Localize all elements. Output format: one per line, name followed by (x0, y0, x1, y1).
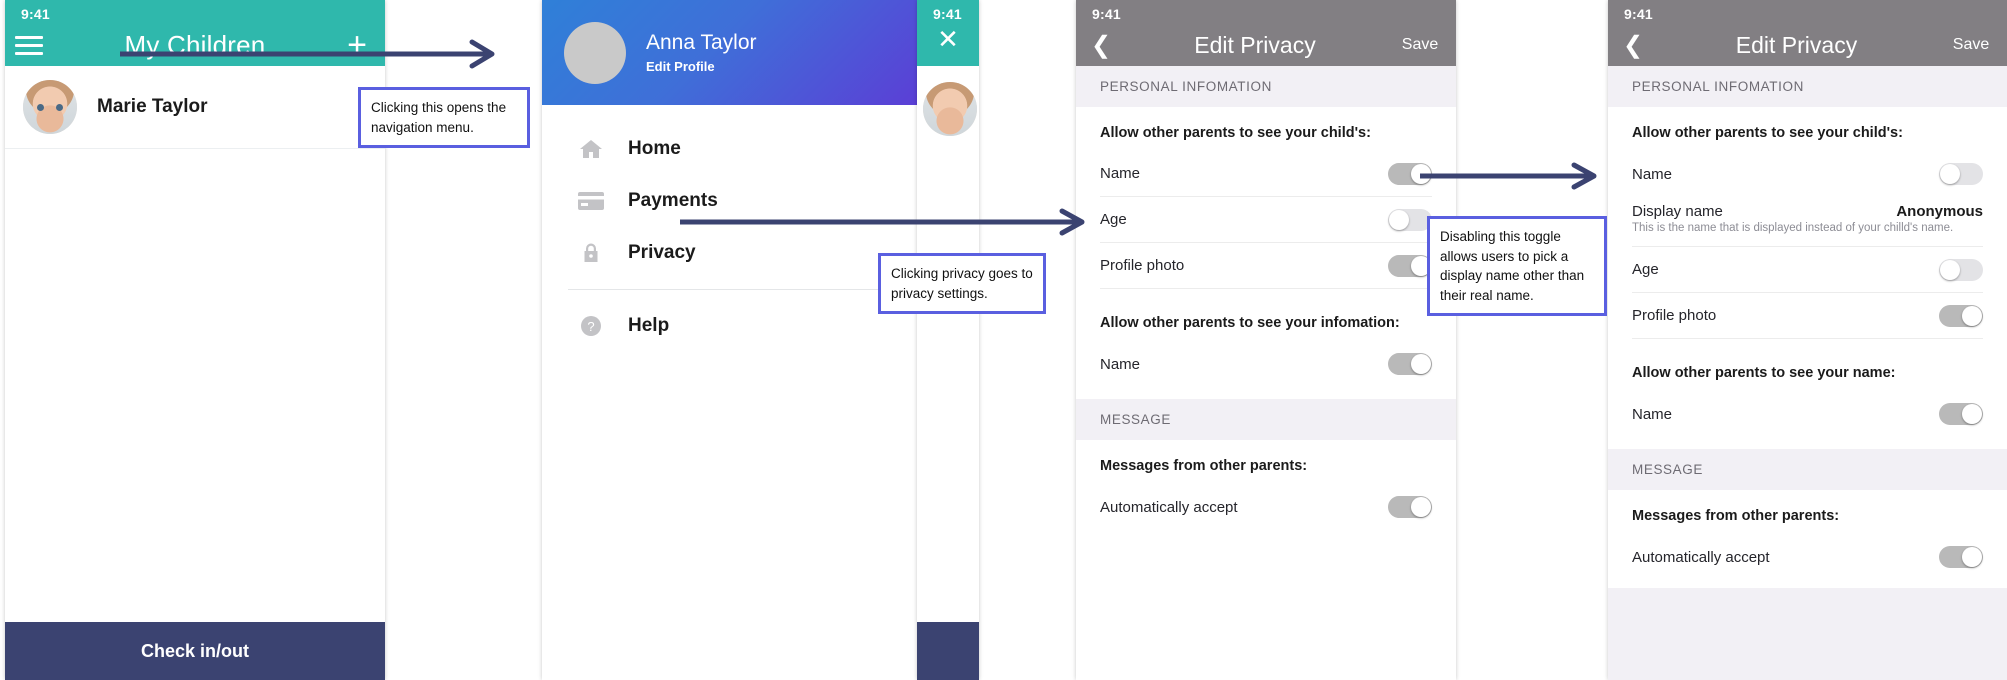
setting-label: Age (1100, 211, 1127, 228)
sidebar-item-label: Privacy (628, 242, 696, 263)
svg-text:?: ? (587, 319, 594, 334)
status-bar-time: 9:41 (21, 6, 50, 22)
toggle-child-name[interactable] (1939, 163, 1983, 185)
app-bar-edit-privacy: 9:41 ❮ Edit Privacy Save (1076, 0, 1456, 66)
group-title: Allow other parents to see your infomati… (1100, 315, 1400, 331)
screen-navigation-drawer: Anna Taylor Edit Profile Home Payments P… (542, 0, 917, 680)
toggle-child-age[interactable] (1388, 208, 1432, 231)
screen-edit-privacy-after: 9:41 ❮ Edit Privacy Save PERSONAL INFOMA… (1608, 0, 2007, 680)
group-title: Messages from other parents: (1632, 508, 1840, 524)
avatar (23, 80, 77, 134)
question-circle-icon: ? (576, 314, 606, 338)
status-bar-time: 9:41 (1624, 6, 1653, 22)
group-title: Allow other parents to see your name: (1632, 365, 1896, 381)
section-message: Messages from other parents: Automatical… (1608, 490, 2007, 580)
home-icon (576, 137, 606, 161)
toggle-parent-name[interactable] (1388, 353, 1432, 375)
group-title: Messages from other parents: (1100, 458, 1308, 474)
app-bar-edit-privacy: 9:41 ❮ Edit Privacy Save (1608, 0, 2007, 66)
save-button[interactable]: Save (1935, 36, 2007, 54)
check-in-out-button-peek[interactable] (917, 622, 979, 680)
display-name-help-text: This is the name that is displayed inste… (1632, 222, 1983, 247)
sidebar-item-help[interactable]: ? Help (542, 300, 917, 352)
setting-row-child-name[interactable]: Name (1632, 151, 1983, 197)
edit-profile-link[interactable]: Edit Profile (646, 59, 757, 74)
screen-my-children: 9:41 My Children + Marie Taylor Check in… (5, 0, 385, 680)
setting-row-child-age[interactable]: Age (1632, 247, 1983, 293)
setting-row-parent-name[interactable]: Name (1632, 391, 1983, 437)
setting-label: Automatically accept (1100, 498, 1238, 516)
setting-row-display-name[interactable]: Display name Anonymous (1632, 197, 1983, 222)
section-personal-information: Allow other parents to see your child's:… (1076, 107, 1456, 387)
page-title: Edit Privacy (1194, 31, 1316, 58)
chevron-left-icon[interactable]: ❮ (1076, 31, 1126, 60)
avatar (564, 21, 626, 84)
setting-row-auto-accept[interactable]: Automatically accept (1100, 484, 1432, 530)
setting-row-auto-accept[interactable]: Automatically accept (1632, 534, 1983, 580)
toggle-auto-accept[interactable] (1388, 496, 1432, 518)
toggle-child-age[interactable] (1939, 258, 1983, 281)
setting-row-child-name[interactable]: Name (1100, 151, 1432, 197)
setting-row-parent-name[interactable]: Name (1100, 341, 1432, 387)
annotation-nav-menu: Clicking this opens the navigation menu. (358, 87, 530, 149)
section-header-message: MESSAGE (1608, 449, 2007, 490)
check-in-out-button[interactable]: Check in/out (5, 622, 385, 680)
setting-row-child-age[interactable]: Age (1100, 197, 1432, 243)
status-bar-time: 9:41 (933, 6, 962, 22)
page-title: Edit Privacy (1735, 31, 1858, 58)
peek-content (917, 66, 979, 614)
setting-row-child-photo[interactable]: Profile photo (1632, 293, 1983, 339)
section-personal-information: Allow other parents to see your child's:… (1608, 107, 2007, 437)
lock-icon (576, 241, 606, 265)
sidebar-item-home[interactable]: Home (542, 123, 917, 175)
arrow-hamburger-to-drawer (120, 39, 495, 69)
bottom-filler (1608, 588, 2007, 680)
avatar (923, 82, 977, 136)
setting-label: Name (1632, 165, 1673, 183)
toggle-parent-name[interactable] (1939, 403, 1983, 425)
chevron-left-icon[interactable]: ❮ (1608, 31, 1658, 60)
setting-label: Profile photo (1100, 257, 1185, 274)
section-header-personal-information: PERSONAL INFOMATION (1076, 66, 1456, 107)
section-message: Messages from other parents: Automatical… (1076, 440, 1456, 530)
setting-row-child-photo[interactable]: Profile photo (1100, 243, 1432, 289)
drawer-header: Anna Taylor Edit Profile (542, 0, 917, 105)
user-name: Anna Taylor (646, 31, 757, 54)
annotated-flow-diagram: 9:41 My Children + Marie Taylor Check in… (0, 0, 2007, 680)
list-item-child[interactable]: Marie Taylor (5, 66, 385, 149)
setting-label: Name (1100, 165, 1141, 182)
close-icon[interactable]: ✕ (917, 26, 979, 52)
setting-label: Age (1632, 261, 1659, 278)
setting-label: Profile photo (1632, 307, 1717, 324)
status-bar-time: 9:41 (1092, 6, 1121, 22)
setting-label: Name (1632, 405, 1673, 423)
screen-my-children-peek: 9:41 ✕ (917, 0, 979, 680)
toggle-auto-accept[interactable] (1939, 546, 1983, 568)
display-name-label: Display name (1632, 203, 1723, 220)
credit-card-icon (576, 189, 606, 213)
sidebar-item-label: Home (628, 138, 681, 159)
group-title: Allow other parents to see your child's: (1632, 125, 1903, 141)
section-header-personal-information: PERSONAL INFOMATION (1608, 66, 2007, 107)
arrow-privacy-to-settings (680, 208, 1085, 236)
hamburger-icon[interactable] (15, 35, 61, 55)
child-name: Marie Taylor (97, 96, 208, 117)
section-header-message: MESSAGE (1076, 399, 1456, 440)
display-name-value: Anonymous (1896, 203, 1983, 220)
save-button[interactable]: Save (1384, 36, 1456, 54)
arrow-toggle-to-result (1420, 162, 1597, 190)
toggle-child-photo[interactable] (1939, 304, 1983, 327)
annotation-privacy: Clicking privacy goes to privacy setting… (878, 253, 1046, 315)
screen-edit-privacy-before: 9:41 ❮ Edit Privacy Save PERSONAL INFOMA… (1076, 0, 1456, 680)
menu-divider (568, 289, 891, 290)
annotation-display-name-toggle: Disabling this toggle allows users to pi… (1427, 216, 1607, 317)
setting-label: Name (1100, 355, 1141, 373)
toggle-child-photo[interactable] (1388, 254, 1432, 277)
group-title: Allow other parents to see your child's: (1100, 125, 1371, 141)
sidebar-item-label: Help (628, 315, 670, 336)
app-bar-peek: 9:41 ✕ (917, 0, 979, 66)
setting-label: Automatically accept (1632, 548, 1770, 566)
